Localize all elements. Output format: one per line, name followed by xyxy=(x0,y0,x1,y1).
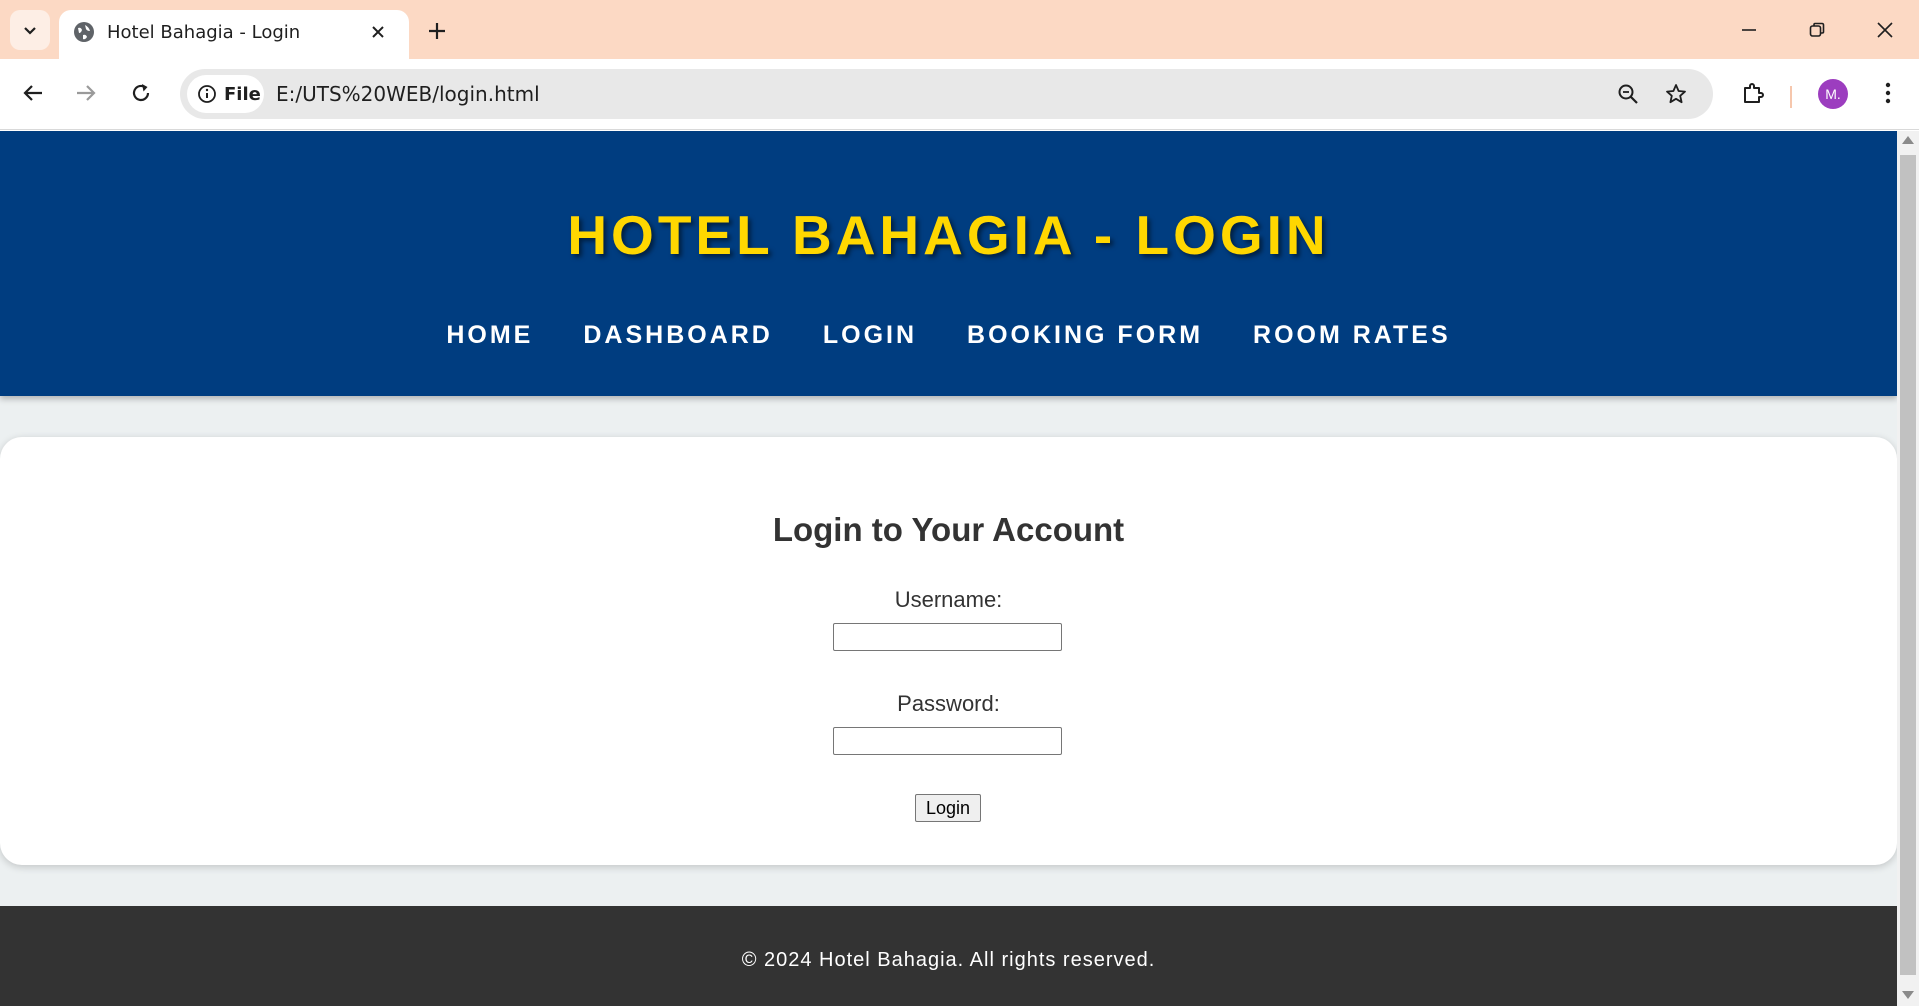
zoom-button[interactable] xyxy=(1612,78,1644,110)
close-icon xyxy=(372,26,384,38)
browser-tab[interactable]: Hotel Bahagia - Login xyxy=(59,10,409,59)
address-bar[interactable]: File E:/UTS%20WEB/login.html xyxy=(180,69,1713,119)
toolbar-separator xyxy=(1790,86,1792,108)
new-tab-button[interactable] xyxy=(420,14,454,48)
back-icon xyxy=(23,85,42,101)
menu-button[interactable] xyxy=(1868,73,1908,113)
password-field[interactable] xyxy=(833,727,1062,755)
forward-button[interactable] xyxy=(66,73,106,113)
globe-icon xyxy=(74,22,94,42)
site-info-chip[interactable]: File xyxy=(187,75,264,113)
footer-copyright: © 2024 Hotel Bahagia. All rights reserve… xyxy=(741,949,1156,971)
bookmark-button[interactable] xyxy=(1660,78,1692,110)
browser-toolbar: File E:/UTS%20WEB/login.html M. xyxy=(0,59,1919,130)
nav-link-dashboard[interactable]: DASHBOARD xyxy=(583,321,773,350)
more-icon xyxy=(1885,82,1891,104)
restore-button[interactable] xyxy=(1783,0,1851,59)
window-close-icon xyxy=(1877,21,1893,38)
login-button[interactable]: Login xyxy=(915,794,981,822)
back-button[interactable] xyxy=(13,73,53,113)
reload-button[interactable] xyxy=(121,73,161,113)
site-nav: HOME DASHBOARD LOGIN BOOKING FORM ROOM R… xyxy=(0,321,1897,350)
minimize-button[interactable] xyxy=(1715,0,1783,59)
site-title: HOTEL BAHAGIA - LOGIN xyxy=(567,204,1330,266)
nav-link-login[interactable]: LOGIN xyxy=(823,321,917,350)
nav-link-home[interactable]: HOME xyxy=(446,321,533,350)
login-card: Login to Your Account Username: Password… xyxy=(0,437,1897,865)
star-icon xyxy=(1666,84,1686,104)
site-footer: © 2024 Hotel Bahagia. All rights reserve… xyxy=(0,906,1897,1006)
zoom-icon xyxy=(1618,84,1638,104)
nav-link-booking-form[interactable]: BOOKING FORM xyxy=(967,321,1203,350)
forward-icon xyxy=(77,85,96,101)
plus-icon xyxy=(429,23,445,39)
site-header: HOTEL BAHAGIA - LOGIN HOME DASHBOARD LOG… xyxy=(0,131,1897,396)
reload-icon xyxy=(132,84,150,102)
tab-title: Hotel Bahagia - Login xyxy=(107,22,301,43)
profile-avatar[interactable]: M. xyxy=(1818,79,1848,109)
password-label: Password: xyxy=(897,691,1000,716)
tab-close-button[interactable] xyxy=(365,19,391,45)
username-field[interactable] xyxy=(833,623,1062,651)
scroll-up-arrow[interactable] xyxy=(1902,136,1914,144)
minimize-icon xyxy=(1742,28,1756,31)
username-label: Username: xyxy=(894,587,1003,612)
extensions-icon xyxy=(1744,83,1764,103)
extensions-button[interactable] xyxy=(1733,73,1773,113)
window-close-button[interactable] xyxy=(1851,0,1919,59)
tab-strip: Hotel Bahagia - Login xyxy=(0,0,1919,59)
page-viewport: HOTEL BAHAGIA - LOGIN HOME DASHBOARD LOG… xyxy=(0,131,1897,1006)
page-scrollbar[interactable] xyxy=(1897,131,1919,1006)
restore-icon xyxy=(1809,22,1825,37)
nav-link-room-rates[interactable]: ROOM RATES xyxy=(1253,321,1451,350)
scroll-down-arrow[interactable] xyxy=(1902,991,1914,999)
login-heading: Login to Your Account xyxy=(772,511,1125,548)
info-icon xyxy=(198,85,216,103)
site-info-label: File xyxy=(224,83,261,105)
scroll-thumb[interactable] xyxy=(1900,155,1916,975)
tab-list-button[interactable] xyxy=(10,10,50,50)
url-text[interactable]: E:/UTS%20WEB/login.html xyxy=(276,82,540,106)
tab-list-icon xyxy=(24,27,36,35)
